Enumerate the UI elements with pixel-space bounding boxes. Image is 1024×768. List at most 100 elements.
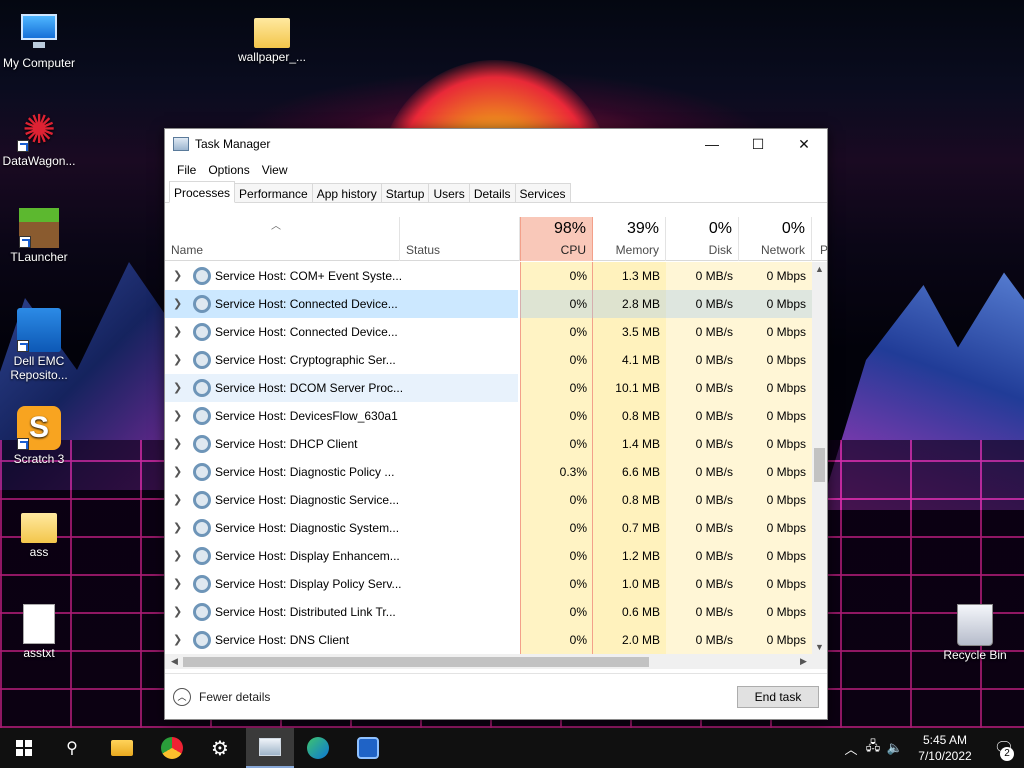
taskbar-edge[interactable] <box>294 728 342 768</box>
tab-app-history[interactable]: App history <box>311 183 382 202</box>
horizontal-scrollbar[interactable]: ◀ ▶ <box>165 654 827 669</box>
chevron-right-icon[interactable]: ❯ <box>173 570 183 598</box>
service-gear-icon <box>193 323 211 341</box>
process-memory: 4.1 MB <box>621 353 660 367</box>
table-header: ︿ Name Status 98% CPU 39% Memory 0% Disk… <box>165 217 828 261</box>
column-header-name[interactable]: ︿ Name <box>165 217 400 261</box>
process-network: 0 Mbps <box>766 605 806 619</box>
desktop-icon-label: Recycle Bin <box>943 648 1007 662</box>
process-name: Service Host: Diagnostic System... <box>215 521 400 535</box>
desktop-icon-ass[interactable]: ass <box>0 505 81 559</box>
chevron-right-icon[interactable]: ❯ <box>173 542 183 570</box>
tab-strip: Processes Performance App history Startu… <box>165 181 827 203</box>
service-gear-icon <box>193 379 211 397</box>
notification-center-button[interactable]: 🗨 2 <box>984 728 1024 768</box>
volume-icon[interactable]: 🔈 <box>884 740 906 756</box>
vertical-scroll-thumb[interactable] <box>814 448 825 482</box>
taskbar-app[interactable] <box>344 728 392 768</box>
maximize-button[interactable]: ☐ <box>735 129 781 159</box>
scroll-up-icon[interactable]: ▲ <box>812 262 827 276</box>
column-header-disk[interactable]: 0% Disk <box>666 217 739 261</box>
table-row[interactable]: ❯ Service Host: Display Policy Serv... 0% 1… <box>165 570 827 598</box>
table-row[interactable]: ❯ Service Host: DCOM Server Proc... 0% 10.1… <box>165 374 827 402</box>
table-row[interactable]: ❯ Service Host: Diagnostic System... 0% 0.7… <box>165 514 827 542</box>
column-header-status[interactable]: Status <box>400 217 520 261</box>
process-disk: 0 MB/s <box>695 297 733 311</box>
process-memory: 1.0 MB <box>621 577 660 591</box>
column-header-memory[interactable]: 39% Memory <box>593 217 666 261</box>
search-button[interactable]: ⚲ <box>48 728 96 768</box>
tab-details[interactable]: Details <box>468 183 516 202</box>
minimize-button[interactable]: — <box>689 129 735 159</box>
fewer-details-link[interactable]: ︿ Fewer details <box>173 688 270 706</box>
horizontal-scroll-thumb[interactable] <box>183 657 649 667</box>
process-name: Service Host: Cryptographic Ser... <box>215 353 396 367</box>
desktop-icon-recycle-bin[interactable]: Recycle Bin <box>933 604 1017 662</box>
close-button[interactable]: ✕ <box>781 129 827 159</box>
taskbar-chrome[interactable] <box>148 728 196 768</box>
taskbar-settings[interactable]: ⚙ <box>196 728 244 768</box>
chevron-right-icon[interactable]: ❯ <box>173 514 183 542</box>
chevron-right-icon[interactable]: ❯ <box>173 346 183 374</box>
tab-users[interactable]: Users <box>428 183 470 202</box>
network-icon[interactable]: 🖧 <box>862 737 884 759</box>
table-row[interactable]: ❯ Service Host: Diagnostic Policy ... 0.3%… <box>165 458 827 486</box>
chevron-right-icon[interactable]: ❯ <box>173 430 183 458</box>
process-memory: 1.4 MB <box>621 437 660 451</box>
table-row[interactable]: ❯ Service Host: Display Enhancem... 0% 1.2 … <box>165 542 827 570</box>
desktop-icon-my-computer[interactable]: My Computer <box>0 10 81 70</box>
scroll-down-icon[interactable]: ▼ <box>812 640 827 654</box>
desktop-icon-tlauncher[interactable]: TLauncher <box>0 208 81 264</box>
tab-startup[interactable]: Startup <box>380 183 430 202</box>
column-header-cpu[interactable]: 98% CPU <box>520 217 593 261</box>
desktop-icon-dell-emc[interactable]: Dell EMC Reposito... <box>0 308 81 382</box>
chevron-right-icon[interactable]: ❯ <box>173 402 183 430</box>
chevron-right-icon[interactable]: ❯ <box>173 290 183 318</box>
menu-options[interactable]: Options <box>202 163 255 177</box>
column-header-power[interactable]: P <box>812 217 828 261</box>
chevron-right-icon[interactable]: ❯ <box>173 262 183 290</box>
table-row[interactable]: ❯ Service Host: DNS Client 0% 2.0 MB 0 MB/s 0… <box>165 626 827 654</box>
chevron-right-icon[interactable]: ❯ <box>173 458 183 486</box>
table-row[interactable]: ❯ Service Host: Distributed Link Tr... 0% 0… <box>165 598 827 626</box>
column-header-network[interactable]: 0% Network <box>739 217 812 261</box>
desktop-icon-datawagon[interactable]: ✺ DataWagon... <box>0 108 81 168</box>
vertical-scrollbar[interactable]: ▲ ▼ <box>812 262 827 654</box>
sort-up-icon: ︿ <box>271 221 281 232</box>
desktop-icon-wallpaper[interactable]: wallpaper_... <box>230 10 314 64</box>
desktop-icon-label: ass <box>29 545 49 559</box>
tab-processes[interactable]: Processes <box>169 181 236 203</box>
tab-services[interactable]: Services <box>514 183 571 202</box>
grass-block-icon <box>19 208 59 248</box>
process-cpu: 0% <box>569 381 587 395</box>
service-gear-icon <box>193 463 211 481</box>
start-button[interactable] <box>0 728 48 768</box>
table-row[interactable]: ❯ Service Host: Diagnostic Service... 0% 0.… <box>165 486 827 514</box>
chevron-right-icon[interactable]: ❯ <box>173 374 183 402</box>
menu-view[interactable]: View <box>256 163 294 177</box>
desktop-icon-asstxt[interactable]: asstxt <box>0 604 81 660</box>
menu-file[interactable]: File <box>171 163 202 177</box>
chevron-up-icon[interactable]: ︿ <box>840 739 862 758</box>
chevron-right-icon[interactable]: ❯ <box>173 318 183 346</box>
chevron-right-icon[interactable]: ❯ <box>173 598 183 626</box>
end-task-button[interactable]: End task <box>737 686 819 708</box>
table-row[interactable]: ❯ Service Host: COM+ Event Syste... 0% 1.3 … <box>165 262 827 290</box>
taskbar-task-manager[interactable] <box>246 728 294 768</box>
scroll-left-icon[interactable]: ◀ <box>167 654 182 669</box>
process-cpu: 0% <box>569 353 587 367</box>
chevron-right-icon[interactable]: ❯ <box>173 626 183 654</box>
desktop-icon-scratch[interactable]: S Scratch 3 <box>0 406 81 466</box>
tab-performance[interactable]: Performance <box>234 183 313 202</box>
table-row[interactable]: ❯ Service Host: Connected Device... 0% 3.5 … <box>165 318 827 346</box>
taskbar-file-explorer[interactable] <box>98 728 146 768</box>
table-row[interactable]: ❯ Service Host: DevicesFlow_630a1 0% 0.8 MB… <box>165 402 827 430</box>
scroll-right-icon[interactable]: ▶ <box>796 654 811 669</box>
title-bar[interactable]: Task Manager — ☐ ✕ <box>165 129 827 159</box>
clock[interactable]: 5:45 AM 7/10/2022 <box>906 732 984 764</box>
table-row[interactable]: ❯ Service Host: DHCP Client 0% 1.4 MB 0 MB/s… <box>165 430 827 458</box>
process-network: 0 Mbps <box>766 325 806 339</box>
table-row[interactable]: ❯ Service Host: Cryptographic Ser... 0% 4.1… <box>165 346 827 374</box>
chevron-right-icon[interactable]: ❯ <box>173 486 183 514</box>
table-row[interactable]: ❯ Service Host: Connected Device... 0% 2.8 … <box>165 290 827 318</box>
